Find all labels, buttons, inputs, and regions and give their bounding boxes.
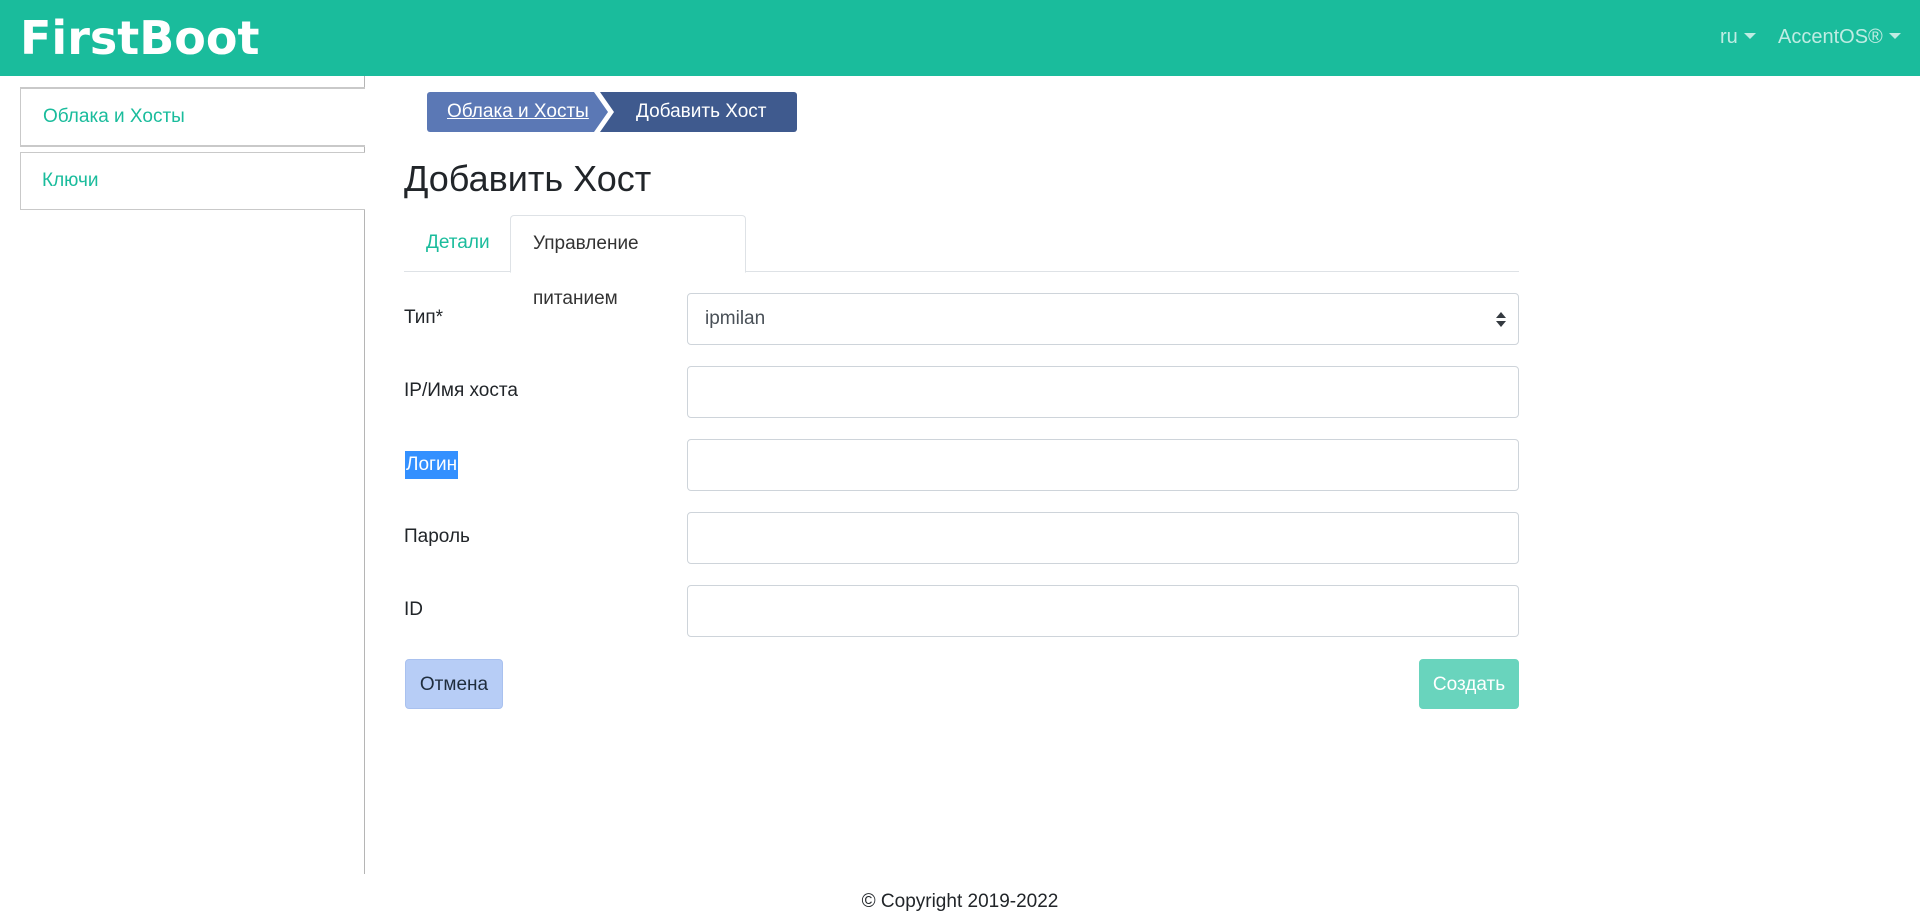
form-row-password: Пароль	[404, 512, 1519, 564]
tab-details[interactable]: Детали	[404, 215, 512, 272]
caret-down-icon	[1743, 32, 1756, 39]
id-input[interactable]	[687, 585, 1519, 637]
top-navbar: FirstBoot ru AccentOS®	[0, 0, 1920, 76]
select-arrows-icon	[1496, 312, 1506, 328]
breadcrumb-current: Добавить Хост	[599, 92, 797, 132]
password-label: Пароль	[404, 526, 470, 547]
language-label: ru	[1720, 26, 1738, 48]
breadcrumb-link-label: Облака и Хосты	[447, 101, 589, 122]
login-label: Логин	[405, 451, 459, 479]
type-select[interactable]: ipmilan	[687, 293, 1519, 345]
type-select-value: ipmilan	[705, 308, 766, 329]
brand-logo[interactable]: FirstBoot	[20, 8, 260, 68]
type-label: Тип*	[404, 307, 444, 328]
form-row-login: Логин	[404, 439, 1519, 491]
sidebar-divider	[20, 76, 365, 88]
cancel-button[interactable]: Отмена	[405, 659, 503, 709]
sidebar-item-keys[interactable]: Ключи	[20, 152, 365, 210]
host-label: IP/Имя хоста	[404, 380, 518, 401]
user-dropdown[interactable]: AccentOS®	[1778, 24, 1901, 50]
login-input[interactable]	[687, 439, 1519, 491]
tab-bar: Детали Управление питанием	[404, 215, 1519, 309]
language-dropdown[interactable]: ru	[1720, 24, 1756, 50]
id-label: ID	[404, 599, 423, 620]
form-row-host: IP/Имя хоста	[404, 366, 1519, 418]
page-title: Добавить Хост	[404, 158, 652, 199]
breadcrumb-link-clouds-hosts[interactable]: Облака и Хосты	[427, 92, 612, 132]
host-input[interactable]	[687, 366, 1519, 418]
user-label: AccentOS®	[1778, 26, 1883, 48]
form-row-type: Тип* ipmilan	[404, 293, 1519, 345]
sidebar: Облака и Хосты Ключи	[20, 76, 365, 874]
password-input[interactable]	[687, 512, 1519, 564]
create-button[interactable]: Создать	[1419, 659, 1519, 709]
footer-copyright: © Copyright 2019-2022	[861, 891, 1059, 912]
breadcrumb-separator-icon	[594, 92, 614, 132]
tab-power-management[interactable]: Управление питанием	[510, 215, 746, 309]
caret-down-icon	[1888, 32, 1901, 39]
form-row-id: ID	[404, 585, 1519, 637]
sidebar-item-clouds-hosts[interactable]: Облака и Хосты	[20, 88, 365, 146]
